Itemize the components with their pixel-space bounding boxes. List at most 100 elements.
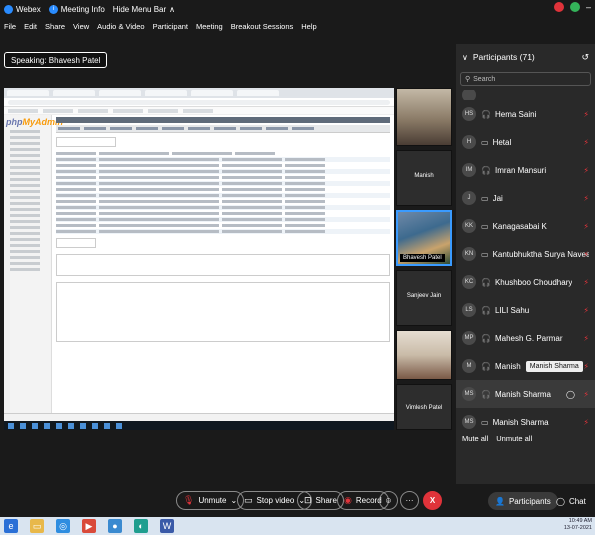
participant-row[interactable]: LS 🎧 LILI Sahu ⚡ <box>456 296 595 324</box>
muted-icon[interactable]: ⚡ <box>583 166 589 175</box>
participant-row[interactable]: M 🎧 Manish Manish Sharma ⚡ <box>456 352 595 380</box>
participant-row[interactable]: HS 🎧 Hema Saini ⚡ <box>456 100 595 128</box>
chrome-icon[interactable]: ● <box>108 519 122 533</box>
word-icon[interactable]: W <box>160 519 174 533</box>
mute-all-button[interactable]: Mute all <box>462 434 488 443</box>
participant-search-input[interactable]: ⚲ Search <box>460 72 591 86</box>
browser-tab <box>99 90 141 96</box>
participant-name: Manish <box>494 361 521 371</box>
browser-icon[interactable]: ◎ <box>56 519 70 533</box>
muted-icon[interactable]: ⚡ <box>583 194 589 203</box>
muted-icon[interactable]: ⚡ <box>583 250 589 259</box>
camera-icon: ▭ <box>244 495 253 505</box>
participants-label: Participants <box>508 496 551 506</box>
browser-bookmarks <box>4 107 394 115</box>
muted-icon[interactable]: ⚡ <box>583 138 589 147</box>
recording-indicator-icon[interactable] <box>553 2 564 12</box>
meeting-controls: 🎙 Unmute ⌄ ▭ Stop video ⌄ ⊡ Share ◉ Reco… <box>0 486 595 516</box>
video-name: Vimlesh Patel <box>405 405 443 411</box>
chevron-down-icon[interactable]: ∨ <box>462 53 468 62</box>
muted-icon[interactable]: ⚡ <box>583 278 589 287</box>
menu-edit[interactable]: Edit <box>24 22 37 31</box>
video-tile[interactable] <box>396 330 452 380</box>
participant-row[interactable]: KK ▭ Kanagasabai K ⚡ <box>456 212 595 240</box>
avatar: J <box>462 191 476 205</box>
unmute-label: Unmute <box>198 496 227 505</box>
reactions-button[interactable]: ☺ <box>379 491 398 510</box>
menu-share[interactable]: Share <box>45 22 65 31</box>
video-tile-sanjeev-jain[interactable]: Sanjeev Jain <box>396 270 452 326</box>
participant-row[interactable]: KN ▭ Kantubhuktha Surya Naveen ⚡ <box>456 240 595 268</box>
participant-row[interactable]: J ▭ Jai ⚡ <box>456 184 595 212</box>
video-tile-manish[interactable]: Manish <box>396 150 452 206</box>
db-tree: phpMyAdmin <box>4 115 63 415</box>
participant-row-partial[interactable] <box>456 90 595 100</box>
muted-icon[interactable]: ⚡ <box>583 222 589 231</box>
hide-menu-bar-button[interactable]: Hide Menu Bar ∧ <box>113 5 175 14</box>
chat-icon[interactable]: ◯ <box>566 390 575 399</box>
menu-help[interactable]: Help <box>301 22 316 31</box>
info-icon: i <box>48 4 58 14</box>
media-player-icon[interactable]: ▶ <box>82 519 96 533</box>
menu-participant[interactable]: Participant <box>153 22 188 31</box>
browser-tab <box>145 90 187 96</box>
unmute-all-button[interactable]: Unmute all <box>496 434 532 443</box>
participant-row[interactable]: MP 🎧 Mahesh G. Parmar ⚡ <box>456 324 595 352</box>
participant-row[interactable]: H ▭ Hetal ⚡ <box>456 128 595 156</box>
participant-row[interactable]: IM 🎧 Imran Mansuri ⚡ <box>456 156 595 184</box>
muted-icon[interactable]: ⚡ <box>583 418 589 427</box>
avatar: MP <box>462 331 476 345</box>
muted-icon[interactable]: ⚡ <box>583 390 589 399</box>
desktop-icon: ▭ <box>481 137 489 147</box>
muted-icon[interactable]: ⚡ <box>583 334 589 343</box>
menu-breakout-sessions[interactable]: Breakout Sessions <box>231 22 294 31</box>
browser-tabs <box>4 88 394 98</box>
participant-row[interactable]: KC 🎧 Khushboo Choudhary ⚡ <box>456 268 595 296</box>
menu-meeting[interactable]: Meeting <box>196 22 223 31</box>
webex-app-menu[interactable]: Webex <box>4 4 41 14</box>
menu-view[interactable]: View <box>73 22 89 31</box>
ie-icon[interactable]: e <box>4 519 18 533</box>
muted-icon[interactable]: ⚡ <box>583 362 589 371</box>
chat-toggle-button[interactable]: ◯ Chat <box>549 492 593 510</box>
phpmyadmin-logo: phpMyAdmin <box>6 117 63 127</box>
shared-taskbar <box>4 421 394 430</box>
muted-icon[interactable]: ⚡ <box>583 306 589 315</box>
microphone-muted-icon: 🎙 <box>183 495 195 505</box>
minimize-button[interactable]: – <box>586 2 591 12</box>
webex-taskbar-icon[interactable]: ◐ <box>134 519 148 533</box>
end-meeting-button[interactable]: X <box>423 491 442 510</box>
participant-name: Hetal <box>492 137 512 147</box>
desktop-icon: ▭ <box>481 249 489 259</box>
video-tile-bhavesh-patel[interactable]: Bhavesh Patel <box>396 210 452 266</box>
muted-icon[interactable]: ⚡ <box>583 110 589 119</box>
video-tile[interactable] <box>396 88 452 146</box>
menu-audio-video[interactable]: Audio & Video <box>97 22 144 31</box>
avatar: MS <box>462 387 476 401</box>
headset-icon: 🎧 <box>481 165 491 175</box>
shared-screen[interactable]: phpMyAdmin <box>4 88 394 430</box>
folder-icon[interactable]: ▭ <box>30 519 44 533</box>
windows-taskbar: e ▭ ◎ ▶ ● ◐ W 10:49 AM 13-07-2021 <box>0 517 595 535</box>
unmute-button[interactable]: 🎙 Unmute ⌄ <box>176 491 245 510</box>
video-tile-vimlesh-patel[interactable]: Vimlesh Patel <box>396 384 452 430</box>
share-label: Share <box>315 496 337 505</box>
more-options-button[interactable]: ··· <box>400 491 419 510</box>
clock-time: 10:49 AM <box>568 518 592 524</box>
headset-icon: 🎧 <box>481 333 491 343</box>
meeting-info-button[interactable]: i Meeting Info <box>48 4 105 14</box>
participant-row-hovered[interactable]: MS 🎧 Manish Sharma ◯ ⚡ <box>456 380 595 408</box>
connection-status-icon[interactable] <box>569 2 580 12</box>
participants-toggle-button[interactable]: 👤 Participants <box>488 492 558 510</box>
chevron-up-icon: ∧ <box>169 4 176 14</box>
db-table-list <box>52 115 394 415</box>
popout-icon[interactable]: ↺ <box>581 52 589 63</box>
video-name: Bhavesh Patel <box>400 254 445 262</box>
name-tooltip: Manish Sharma <box>525 360 583 372</box>
system-clock[interactable]: 10:49 AM 13-07-2021 <box>564 518 592 532</box>
window-controls: – <box>553 2 591 12</box>
record-icon: ◉ <box>344 495 352 505</box>
menu-file[interactable]: File <box>4 22 16 31</box>
participant-name: LILI Sahu <box>494 305 530 315</box>
participant-row[interactable]: MS ▭ Manish Sharma ⚡ <box>456 408 595 436</box>
